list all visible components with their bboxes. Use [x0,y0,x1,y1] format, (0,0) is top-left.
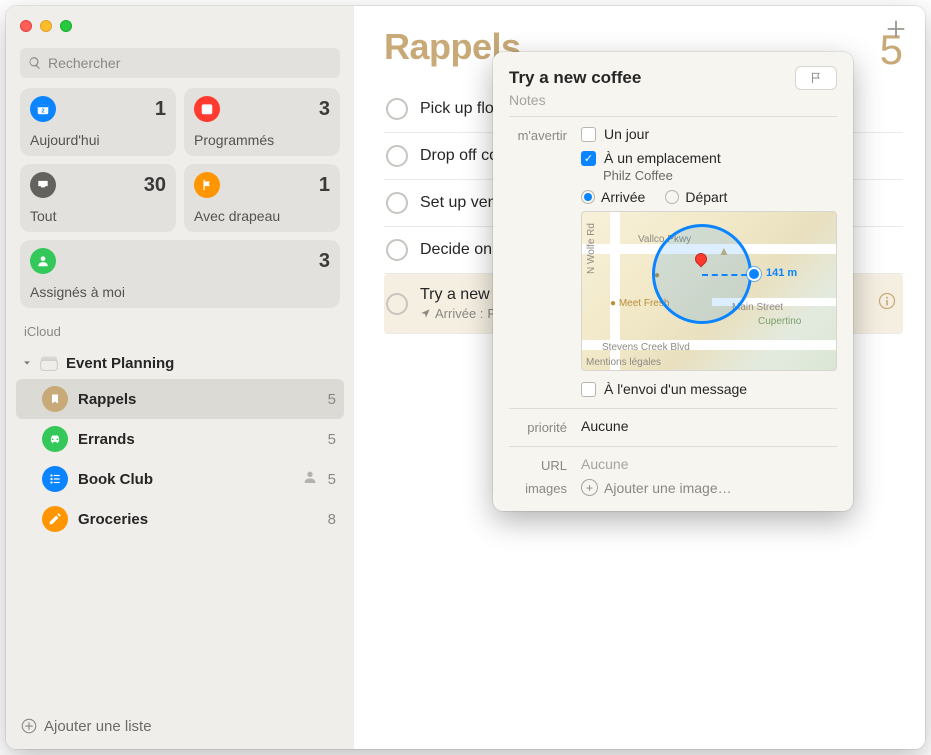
info-button[interactable] [877,291,897,316]
plus-icon [885,18,907,40]
car-icon [42,426,68,452]
search-placeholder: Rechercher [48,55,120,71]
list-groceries[interactable]: Groceries 8 [16,499,344,539]
leaving-radio[interactable]: Départ [665,189,727,205]
search-input[interactable]: Rechercher [20,48,340,78]
bookmark-icon [42,386,68,412]
url-field[interactable]: Aucune [581,456,837,472]
window-controls [6,16,354,42]
smart-all[interactable]: 30 Tout [20,164,176,232]
list-group-event-planning[interactable]: Event Planning [16,347,344,379]
complete-toggle[interactable] [386,192,408,214]
plus-circle-icon [20,717,38,735]
sidebar: Rechercher 2 1 Aujourd'hui 3 [6,6,354,749]
add-list-button[interactable]: Ajouter une liste [6,705,354,749]
smart-assigned[interactable]: 3 Assignés à moi [20,240,340,308]
add-reminder-button[interactable] [881,14,911,44]
arriving-radio[interactable]: Arrivée [581,189,645,205]
list-book-club[interactable]: Book Club 5 [16,459,344,499]
smart-today[interactable]: 2 1 Aujourd'hui [20,88,176,156]
when-messaging-checkbox[interactable]: À l'envoi d'un message [581,381,837,397]
search-icon [28,56,42,70]
flag-icon [194,172,220,198]
complete-toggle[interactable] [386,293,408,315]
shared-icon [302,469,318,490]
list-rappels[interactable]: Rappels 5 [16,379,344,419]
chevron-down-icon [22,358,32,368]
smart-scheduled[interactable]: 3 Programmés [184,88,340,156]
complete-toggle[interactable] [386,145,408,167]
geofence-radius-value: 141 m [766,267,797,279]
notes-field[interactable]: Notes [509,92,837,108]
close-window-button[interactable] [20,20,32,32]
smart-lists: 2 1 Aujourd'hui 3 Programmés [6,88,354,308]
map-legal-link[interactable]: Mentions légales [586,357,661,368]
at-a-location-checkbox[interactable]: ✓À un emplacement [581,150,837,166]
plus-circle-icon: + [581,479,598,496]
pencil-icon [42,506,68,532]
priority-select[interactable]: Aucune [581,418,837,434]
reminders-window: Rechercher 2 1 Aujourd'hui 3 [6,6,925,749]
location-arrow-icon [420,308,431,319]
flag-icon [809,71,823,85]
minimize-window-button[interactable] [40,20,52,32]
location-map[interactable]: Vallco Pkwy N Wolfe Rd Main Street Steve… [581,211,837,371]
geofence-radius-handle[interactable] [747,267,761,281]
popover-title[interactable]: Try a new coffee [509,68,641,88]
zoom-window-button[interactable] [60,20,72,32]
flag-toggle-button[interactable] [795,66,837,90]
complete-toggle[interactable] [386,239,408,261]
calendar-icon [194,96,220,122]
on-a-day-checkbox[interactable]: Un jour [581,126,837,142]
info-circle-icon [877,291,897,311]
list-bullet-icon [42,466,68,492]
reminder-details-popover: Try a new coffee Notes m'avertir Un jour… [493,52,853,511]
location-value[interactable]: Philz Coffee [603,168,837,183]
add-image-button[interactable]: + Ajouter une image… [581,479,837,496]
folder-stack-icon [38,353,60,373]
remind-me-label: m'avertir [509,126,567,143]
lists: Event Planning Rappels 5 Errands 5 Book … [6,343,354,539]
smart-flagged[interactable]: 1 Avec drapeau [184,164,340,232]
complete-toggle[interactable] [386,98,408,120]
tray-icon [30,172,56,198]
sidebar-section-header: iCloud [6,308,354,343]
calendar-day-icon: 2 [30,96,56,122]
list-errands[interactable]: Errands 5 [16,419,344,459]
person-icon [30,248,56,274]
